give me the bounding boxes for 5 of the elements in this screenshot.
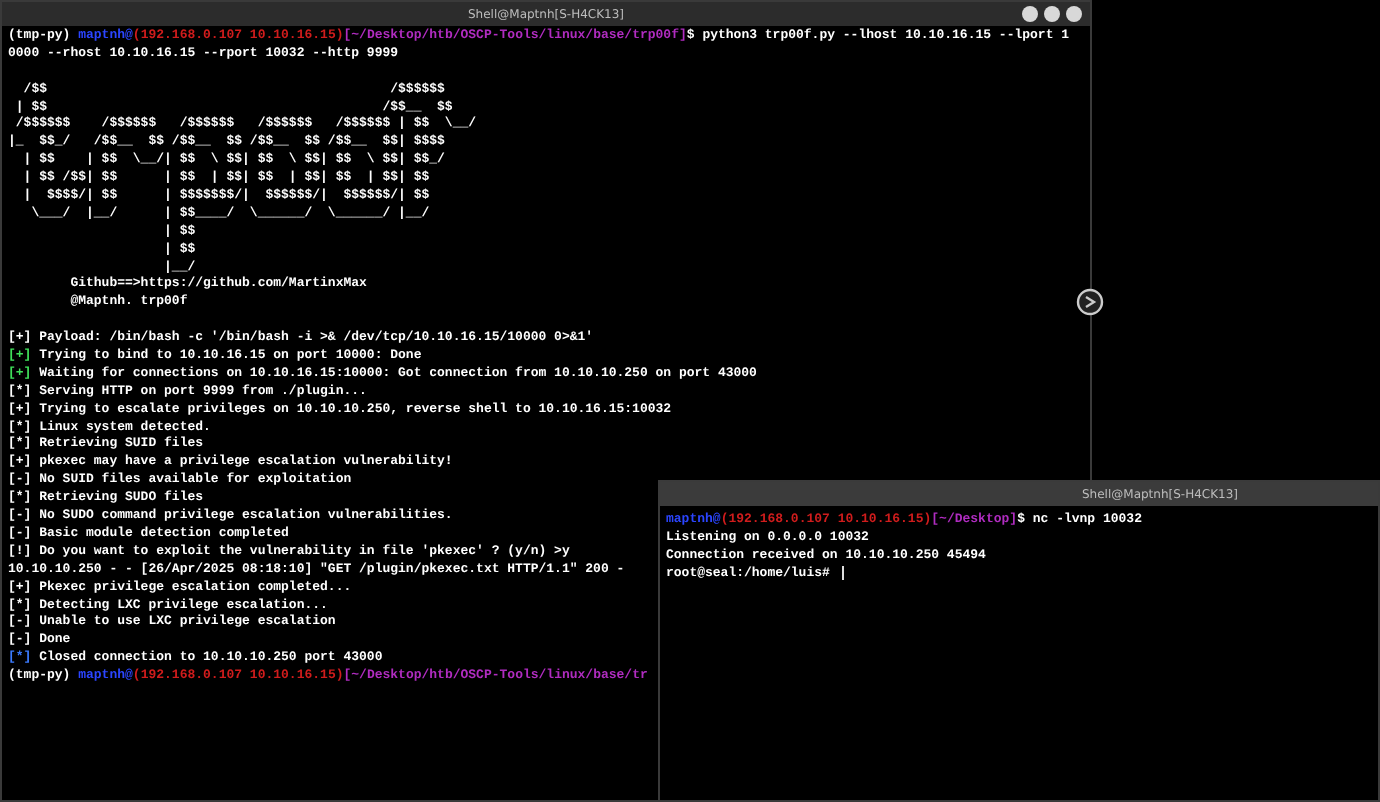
minimize-icon[interactable]	[1022, 6, 1038, 22]
close-icon[interactable]	[1066, 6, 1082, 22]
circle-icon[interactable]	[1076, 288, 1104, 316]
text-cursor	[841, 565, 844, 580]
maximize-icon[interactable]	[1044, 6, 1060, 22]
